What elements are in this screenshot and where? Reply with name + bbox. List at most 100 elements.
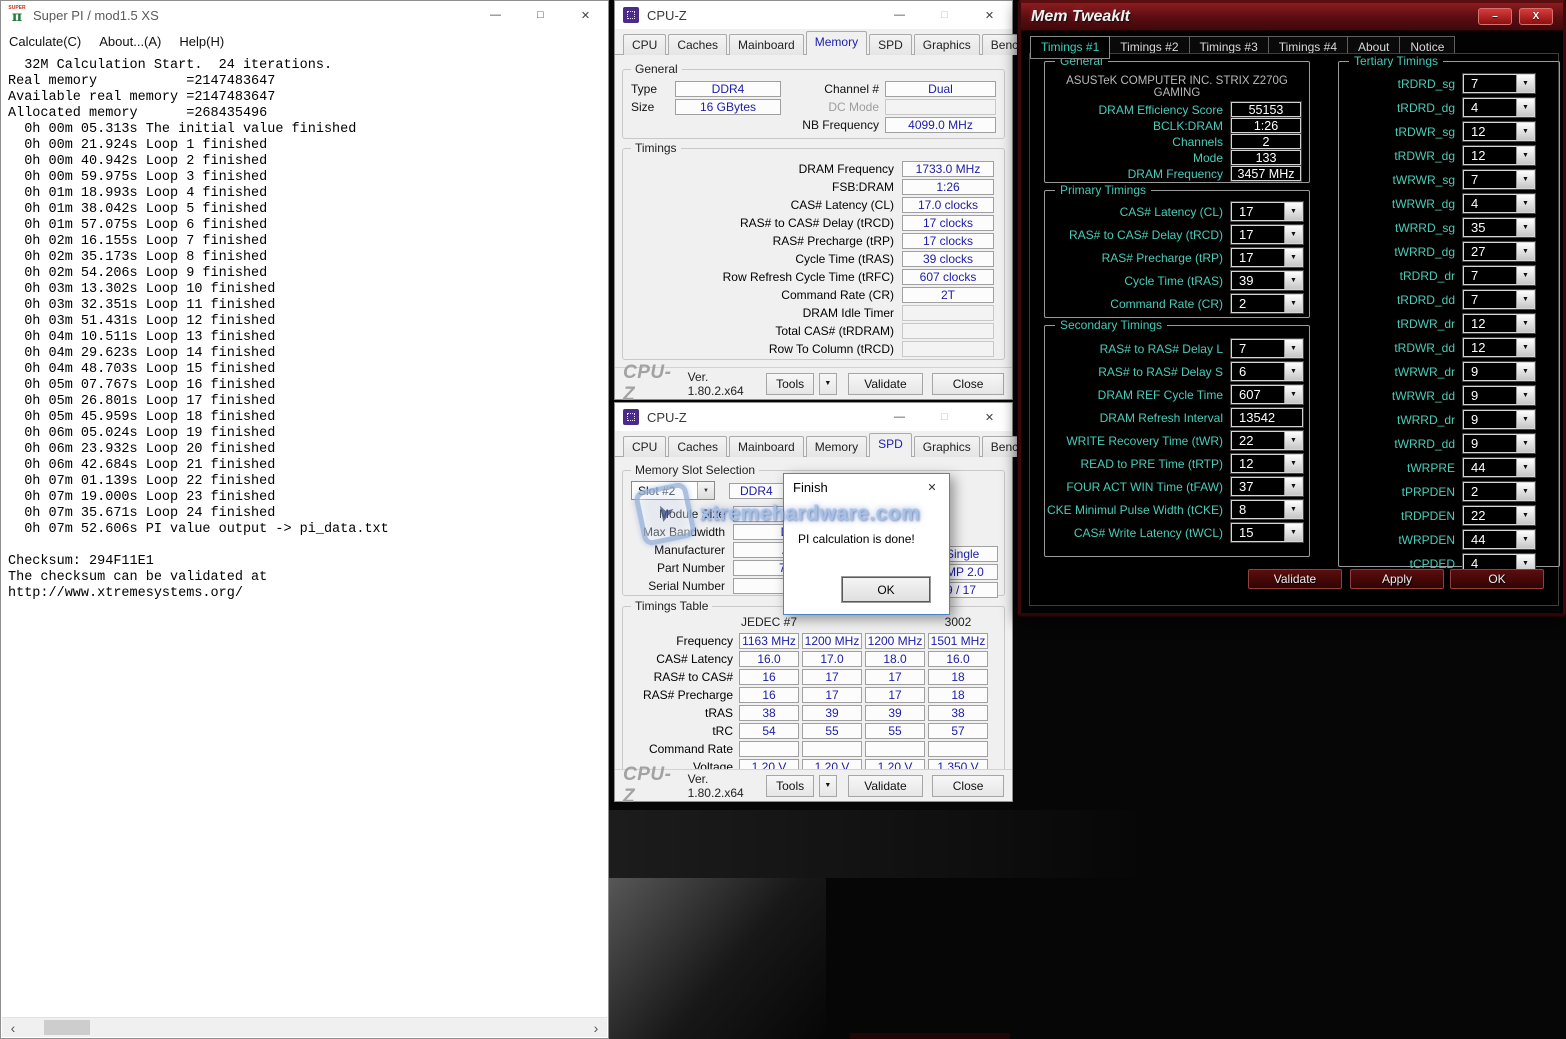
timing-combo[interactable]: 12 ▼ [1463,122,1535,141]
close-icon[interactable]: ✕ [967,403,1012,431]
chevron-down-icon[interactable]: ▼ [1516,411,1534,428]
timing-combo[interactable]: 35 ▼ [1463,218,1535,237]
chevron-down-icon[interactable]: ▼ [1516,339,1534,356]
minimize-icon[interactable]: — [877,1,922,29]
timing-combo[interactable]: 607 ▼ [1231,385,1303,404]
chevron-down-icon[interactable]: ▼ [1516,435,1534,452]
chevron-down-icon[interactable]: ▼ [1516,507,1534,524]
timing-combo[interactable]: 7 ▼ [1463,290,1535,309]
chevron-down-icon[interactable]: ▼ [1284,272,1302,289]
timing-combo[interactable]: 2 ▼ [1231,294,1303,313]
menu-item[interactable]: About...(A) [99,34,161,49]
close-icon[interactable]: ✕ [563,1,608,29]
ok-button[interactable]: OK [1450,569,1544,589]
tools-dropdown-icon[interactable]: ▼ [819,775,837,797]
timing-combo[interactable]: 17 ▼ [1231,248,1303,267]
tab-graphics[interactable]: Graphics [914,34,980,55]
timing-combo[interactable]: 17 ▼ [1231,202,1303,221]
timing-combo[interactable]: 27 ▼ [1463,242,1535,261]
chevron-down-icon[interactable]: ▼ [1284,295,1302,312]
scroll-right-icon[interactable]: › [585,1019,607,1037]
timing-combo[interactable]: 9 ▼ [1463,434,1535,453]
timing-combo[interactable]: 9 ▼ [1463,362,1535,381]
chevron-down-icon[interactable]: ▼ [1516,387,1534,404]
timing-combo[interactable]: 9 ▼ [1463,386,1535,405]
timing-combo[interactable]: 4 ▼ [1463,194,1535,213]
chevron-down-icon[interactable]: ▼ [1284,386,1302,403]
timing-combo[interactable]: 12 ▼ [1463,146,1535,165]
tab-graphics[interactable]: Graphics [914,436,980,457]
timing-combo[interactable]: 7 ▼ [1463,170,1535,189]
timing-combo[interactable]: 44 ▼ [1463,530,1535,549]
chevron-down-icon[interactable]: ▼ [1516,459,1534,476]
timing-combo[interactable]: 4 ▼ [1463,98,1535,117]
timing-combo[interactable]: 9 ▼ [1463,410,1535,429]
chevron-down-icon[interactable]: ▼ [1284,363,1302,380]
timing-combo[interactable]: 7 ▼ [1463,74,1535,93]
chevron-down-icon[interactable]: ▼ [1284,432,1302,449]
apply-button[interactable]: Apply [1350,569,1444,589]
minimize-icon[interactable]: — [473,1,518,29]
tab-caches[interactable]: Caches [668,436,727,457]
timing-combo[interactable]: 12 ▼ [1231,454,1303,473]
chevron-down-icon[interactable]: ▼ [1516,483,1534,500]
timing-combo[interactable]: 17 ▼ [1231,225,1303,244]
chevron-down-icon[interactable]: ▼ [1516,531,1534,548]
validate-button[interactable]: Validate [848,373,923,395]
chevron-down-icon[interactable]: ▼ [1516,195,1534,212]
tab-memory[interactable]: Memory [806,31,867,55]
tools-dropdown-icon[interactable]: ▼ [819,373,837,395]
timing-combo[interactable]: 6 ▼ [1231,362,1303,381]
minimize-icon[interactable]: – [1478,8,1512,25]
timing-combo[interactable]: 8 ▼ [1231,500,1303,519]
chevron-down-icon[interactable]: ▼ [1516,243,1534,260]
tools-button[interactable]: Tools [766,775,814,797]
chevron-down-icon[interactable]: ▼ [1284,524,1302,541]
chevron-down-icon[interactable]: ▼ [1516,315,1534,332]
validate-button[interactable]: Validate [848,775,923,797]
chevron-down-icon[interactable]: ▼ [1284,203,1302,220]
tab-memory[interactable]: Memory [806,436,867,457]
scroll-thumb[interactable] [44,1020,90,1035]
timing-combo[interactable]: 44 ▼ [1463,458,1535,477]
close-icon[interactable]: ✕ [967,1,1012,29]
chevron-down-icon[interactable]: ▼ [1284,455,1302,472]
timing-combo[interactable]: 2 ▼ [1463,482,1535,501]
timing-combo[interactable]: 37 ▼ [1231,477,1303,496]
chevron-down-icon[interactable]: ▼ [1516,99,1534,116]
chevron-down-icon[interactable]: ▼ [1284,340,1302,357]
timing-combo[interactable]: 7 ▼ [1463,266,1535,285]
validate-button[interactable]: Validate [1248,569,1342,589]
maximize-icon[interactable]: □ [518,1,563,29]
menu-item[interactable]: Calculate(C) [9,34,81,49]
chevron-down-icon[interactable]: ▼ [1284,501,1302,518]
timing-combo[interactable]: 39 ▼ [1231,271,1303,290]
tab-timings-1[interactable]: Timings #1 [1030,36,1110,59]
chevron-down-icon[interactable]: ▼ [1516,219,1534,236]
close-icon[interactable]: X [1519,8,1553,25]
tab-spd[interactable]: SPD [869,433,912,457]
refresh-interval-input[interactable]: 13542 [1231,408,1303,427]
timing-combo[interactable]: 12 ▼ [1463,338,1535,357]
tools-button[interactable]: Tools [766,373,814,395]
tab-cpu[interactable]: CPU [623,436,666,457]
scroll-left-icon[interactable]: ‹ [2,1019,24,1037]
timing-combo[interactable]: 22 ▼ [1463,506,1535,525]
close-button[interactable]: Close [932,373,1004,395]
chevron-down-icon[interactable]: ▼ [1284,226,1302,243]
chevron-down-icon[interactable]: ▼ [1516,291,1534,308]
chevron-down-icon[interactable]: ▼ [1516,171,1534,188]
tab-mainboard[interactable]: Mainboard [729,436,804,457]
ok-button[interactable]: OK [842,577,930,602]
chevron-down-icon[interactable]: ▼ [1516,147,1534,164]
chevron-down-icon[interactable]: ▼ [1284,249,1302,266]
chevron-down-icon[interactable]: ▼ [1516,123,1534,140]
chevron-down-icon[interactable]: ▼ [1284,478,1302,495]
timing-combo[interactable]: 7 ▼ [1231,339,1303,358]
tab-spd[interactable]: SPD [869,34,912,55]
tab-mainboard[interactable]: Mainboard [729,34,804,55]
minimize-icon[interactable]: — [877,403,922,431]
chevron-down-icon[interactable]: ▼ [1516,75,1534,92]
timing-combo[interactable]: 12 ▼ [1463,314,1535,333]
tab-cpu[interactable]: CPU [623,34,666,55]
